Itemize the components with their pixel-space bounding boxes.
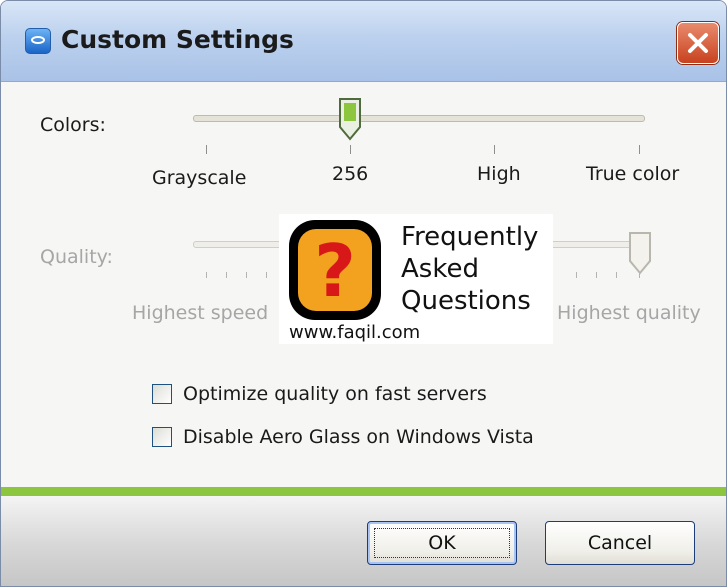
accent-divider: [1, 487, 726, 496]
colors-slider-track[interactable]: [193, 115, 645, 122]
colors-tick: [206, 145, 207, 154]
quality-left-label: Highest speed: [132, 302, 269, 324]
teamviewer-icon: [25, 28, 51, 54]
close-button[interactable]: [677, 22, 719, 64]
close-icon: [688, 33, 708, 53]
quality-tick: [266, 272, 267, 278]
custom-settings-dialog: Custom Settings Colors: Grayscale 256 Hi…: [0, 0, 727, 587]
watermark-url: www.faqil.com: [289, 322, 421, 343]
quality-slider-thumb: [629, 232, 651, 275]
cancel-button[interactable]: Cancel: [545, 521, 695, 565]
optimize-quality-label[interactable]: Optimize quality on fast servers: [183, 383, 487, 405]
colors-tick-label-256: 256: [332, 163, 369, 185]
quality-tick: [576, 272, 577, 278]
quality-right-label: Highest quality: [557, 302, 701, 324]
colors-label: Colors:: [40, 114, 106, 136]
watermark-line-2: Asked: [401, 254, 479, 284]
question-mark-icon: ?: [314, 229, 356, 313]
title-bar[interactable]: Custom Settings: [1, 1, 726, 82]
quality-tick: [246, 272, 247, 278]
colors-tick: [494, 145, 495, 154]
colors-tick-label-grayscale: Grayscale: [152, 167, 247, 189]
colors-tick: [350, 145, 351, 154]
faq-watermark: ? Frequently Asked Questions www.faqil.c…: [279, 214, 553, 344]
colors-tick: [639, 145, 640, 154]
disable-aero-glass-checkbox[interactable]: [152, 427, 172, 447]
quality-label: Quality:: [40, 246, 113, 268]
window-title: Custom Settings: [61, 25, 294, 54]
faq-logo-mark: ?: [289, 220, 381, 320]
colors-tick-label-high: High: [477, 163, 521, 185]
quality-tick: [226, 272, 227, 278]
disable-aero-glass-label[interactable]: Disable Aero Glass on Windows Vista: [183, 426, 534, 448]
watermark-line-3: Questions: [401, 286, 531, 316]
ok-button[interactable]: OK: [367, 521, 517, 565]
watermark-line-1: Frequently: [401, 222, 539, 252]
quality-tick: [616, 272, 617, 278]
colors-slider-thumb[interactable]: [338, 97, 362, 141]
quality-tick: [206, 272, 207, 278]
colors-tick-label-true-color: True color: [586, 163, 680, 185]
quality-tick: [596, 272, 597, 278]
optimize-quality-checkbox[interactable]: [152, 384, 172, 404]
